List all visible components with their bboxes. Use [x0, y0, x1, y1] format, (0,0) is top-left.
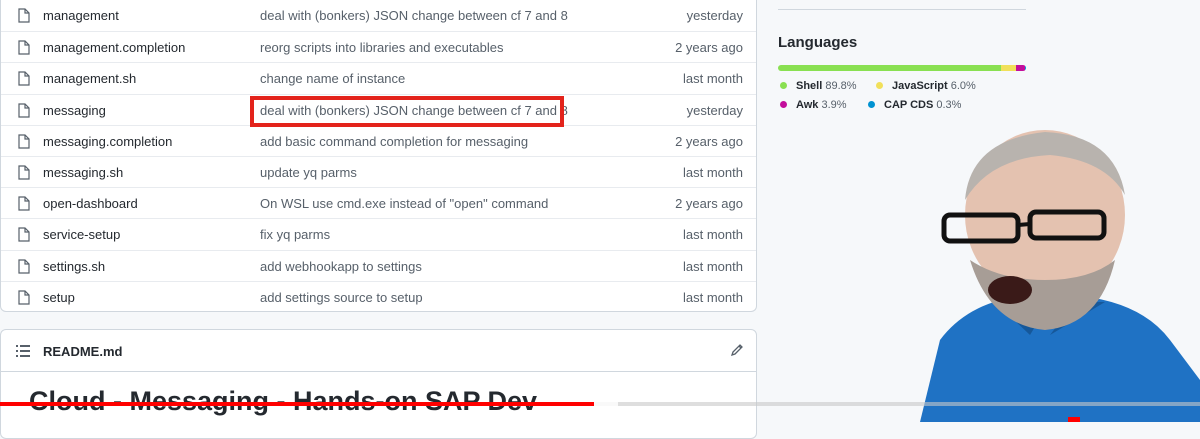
file-icon — [18, 71, 30, 86]
commit-date: 2 years ago — [675, 133, 743, 149]
language-bar-segment — [778, 65, 1001, 71]
commit-message-link[interactable]: update yq parms — [260, 165, 357, 180]
video-buffer-bar — [594, 402, 618, 406]
readme-panel: README.md Cloud - Messaging - Hands-on S… — [0, 329, 757, 439]
commit-message-link[interactable]: On WSL use cmd.exe instead of "open" com… — [260, 196, 548, 211]
commit-message-link[interactable]: fix yq parms — [260, 227, 330, 242]
file-name-link[interactable]: settings.sh — [43, 259, 105, 274]
language-legend-item[interactable]: Shell 89.8% — [780, 80, 857, 92]
language-bar-segment — [1015, 65, 1026, 71]
file-name-link[interactable]: messaging.completion — [43, 134, 172, 149]
commit-date: yesterday — [686, 102, 743, 118]
file-row[interactable]: messaging deal with (bonkers) JSON change… — [1, 93, 756, 125]
language-legend-item[interactable]: JavaScript 6.0% — [876, 80, 976, 92]
language-color-dot — [876, 81, 883, 89]
file-row[interactable]: service-setup fix yq parms last month — [1, 218, 756, 249]
file-name-link[interactable]: management.completion — [43, 40, 185, 55]
readme-filename: README.md — [43, 344, 123, 359]
file-icon — [18, 290, 30, 305]
file-name-link[interactable]: management — [43, 8, 119, 23]
language-legend-item[interactable]: Awk 3.9% — [780, 99, 847, 111]
language-color-dot — [780, 81, 787, 89]
language-legend-item[interactable]: CAP CDS 0.3% — [868, 99, 961, 111]
pencil-icon[interactable] — [730, 343, 744, 357]
file-icon — [18, 165, 30, 180]
language-name: JavaScript — [892, 80, 948, 92]
commit-date: last month — [683, 289, 743, 305]
list-icon[interactable] — [16, 345, 30, 357]
file-row[interactable]: management deal with (bonkers) JSON chang… — [1, 0, 756, 31]
video-played-bar — [0, 402, 594, 406]
language-name: CAP CDS — [884, 99, 934, 111]
presenter-video-overlay — [920, 130, 1200, 422]
file-name-link[interactable]: messaging.sh — [43, 165, 123, 180]
commit-date: last month — [683, 227, 743, 243]
file-name-link[interactable]: open-dashboard — [43, 196, 138, 211]
languages-bar — [778, 65, 1026, 71]
hd-badge-icon — [1068, 417, 1080, 422]
file-icon — [18, 227, 30, 242]
language-percent: 6.0% — [950, 80, 976, 92]
commit-date: last month — [683, 258, 743, 274]
language-percent: 0.3% — [936, 99, 962, 111]
file-name-link[interactable]: management.sh — [43, 71, 136, 86]
commit-message-link[interactable]: deal with (bonkers) JSON change between … — [260, 8, 568, 23]
file-icon — [18, 196, 30, 211]
language-color-dot — [780, 100, 787, 108]
file-name-link[interactable]: service-setup — [43, 227, 120, 242]
sidebar-divider — [778, 9, 1026, 10]
file-list: management deal with (bonkers) JSON chang… — [0, 0, 757, 312]
file-row[interactable]: open-dashboard On WSL use cmd.exe instead… — [1, 187, 756, 218]
commit-message-link[interactable]: add webhookapp to settings — [260, 259, 422, 274]
commit-message-link[interactable]: deal with (bonkers) JSON change between … — [260, 103, 568, 118]
language-bar-segment — [1000, 65, 1016, 71]
commit-date: last month — [683, 71, 743, 87]
commit-message-link[interactable]: reorg scripts into libraries and executa… — [260, 40, 504, 55]
readme-header: README.md — [1, 330, 756, 372]
file-row[interactable]: setup add settings source to setup last mo… — [1, 280, 756, 312]
commit-date: yesterday — [686, 8, 743, 23]
file-row[interactable]: messaging.completion add basic command co… — [1, 124, 756, 156]
file-name-link[interactable]: setup — [43, 290, 75, 305]
file-icon — [18, 102, 30, 118]
file-icon — [18, 134, 30, 149]
file-row[interactable]: management.completion reorg scripts into … — [1, 31, 756, 62]
file-row[interactable]: management.sh change name of instance last… — [1, 62, 756, 93]
commit-message-link[interactable]: add settings source to setup — [260, 290, 423, 305]
commit-date: 2 years ago — [675, 196, 743, 212]
file-icon — [18, 40, 30, 55]
language-bar-segment — [1025, 65, 1026, 71]
language-percent: 89.8% — [825, 80, 857, 92]
file-name-link[interactable]: messaging — [43, 103, 106, 118]
language-name: Shell — [796, 80, 823, 92]
file-row[interactable]: settings.sh add webhookapp to settings las… — [1, 249, 756, 281]
language-percent: 3.9% — [821, 99, 847, 111]
language-name: Awk — [796, 99, 819, 111]
commit-message-link[interactable]: change name of instance — [260, 71, 405, 86]
languages-title: Languages — [778, 34, 858, 51]
commit-date: last month — [683, 165, 743, 180]
file-icon — [18, 258, 30, 274]
commit-date: 2 years ago — [675, 40, 743, 56]
video-progress-bar[interactable] — [0, 402, 1200, 406]
language-color-dot — [868, 100, 875, 108]
commit-message-link[interactable]: add basic command completion for messagi… — [260, 134, 528, 149]
file-row[interactable]: messaging.sh update yq parms last month — [1, 156, 756, 187]
file-icon — [18, 8, 30, 23]
